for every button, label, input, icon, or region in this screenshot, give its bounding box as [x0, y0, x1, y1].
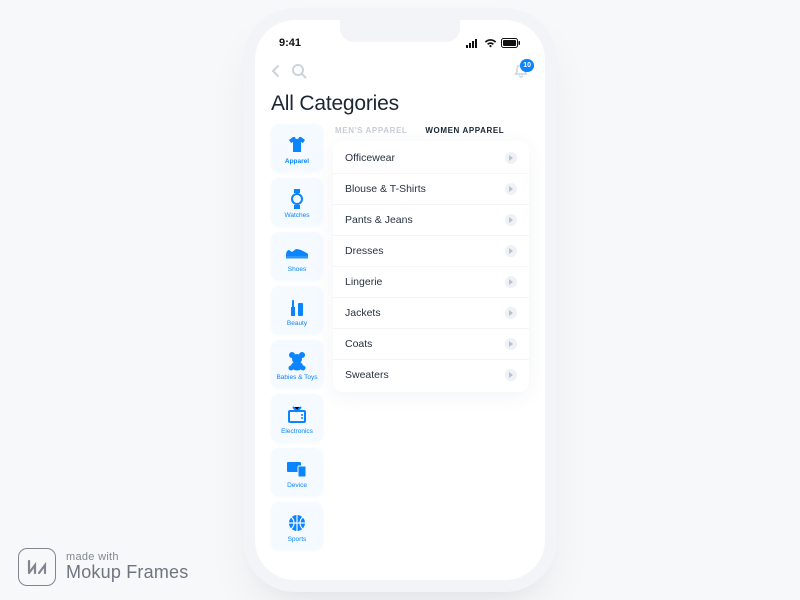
content-body: Apparel Watches Shoes Beauty — [271, 124, 529, 576]
list-item-label: Officewear — [345, 152, 395, 164]
sidebar-item-label: Sports — [288, 536, 307, 543]
list-item[interactable]: Blouse & T-Shirts — [333, 173, 529, 204]
sidebar-item-babies-toys[interactable]: Babies & Toys — [271, 340, 323, 388]
list-item[interactable]: Coats — [333, 328, 529, 359]
chevron-right-icon — [505, 276, 517, 288]
tv-icon — [287, 404, 307, 426]
phone-frame: 9:41 10 All Categories — [255, 20, 545, 580]
list-item-label: Dresses — [345, 245, 384, 257]
notifications-button[interactable]: 10 — [513, 63, 529, 84]
list-item-label: Pants & Jeans — [345, 214, 413, 226]
teddy-bear-icon — [287, 350, 307, 372]
chevron-right-icon — [505, 245, 517, 257]
sidebar-item-sports[interactable]: Sports — [271, 502, 323, 550]
list-item-label: Lingerie — [345, 276, 382, 288]
sidebar-item-label: Babies & Toys — [276, 374, 317, 381]
header: 10 — [271, 60, 529, 86]
cellular-signal-icon — [466, 38, 480, 48]
sidebar-item-label: Beauty — [287, 320, 307, 327]
page-title: All Categories — [271, 92, 529, 116]
sidebar-item-watches[interactable]: Watches — [271, 178, 323, 226]
list-item[interactable]: Sweaters — [333, 359, 529, 390]
chevron-right-icon — [505, 307, 517, 319]
sidebar-item-label: Device — [287, 482, 307, 489]
tab-mens-apparel[interactable]: MEN'S APPAREL — [335, 126, 407, 135]
list-item[interactable]: Pants & Jeans — [333, 204, 529, 235]
subcategory-panel: MEN'S APPAREL WOMEN APPAREL Officewear B… — [333, 124, 529, 576]
mokup-frames-logo-icon — [18, 548, 56, 586]
sidebar-item-apparel[interactable]: Apparel — [271, 124, 323, 172]
tshirt-icon — [287, 134, 307, 156]
sidebar-item-label: Apparel — [285, 158, 309, 165]
shoe-icon — [285, 242, 309, 264]
search-icon[interactable] — [291, 63, 307, 84]
chevron-right-icon — [505, 338, 517, 350]
list-item[interactable]: Officewear — [333, 143, 529, 173]
chevron-right-icon — [505, 183, 517, 195]
chevron-right-icon — [505, 152, 517, 164]
sidebar-item-label: Shoes — [288, 266, 306, 273]
chevron-right-icon — [505, 214, 517, 226]
apparel-tabs: MEN'S APPAREL WOMEN APPAREL — [333, 124, 529, 141]
devices-icon — [286, 458, 308, 480]
status-indicators — [466, 38, 521, 48]
list-item-label: Blouse & T-Shirts — [345, 183, 426, 195]
watch-icon — [291, 188, 303, 210]
back-icon[interactable] — [271, 64, 281, 83]
list-item-label: Jackets — [345, 307, 381, 319]
wifi-icon — [484, 38, 497, 48]
phone-notch — [340, 20, 460, 42]
watermark-line2: Mokup Frames — [66, 563, 188, 582]
subcategory-list: Officewear Blouse & T-Shirts Pants & Jea… — [333, 141, 529, 392]
sidebar-item-device[interactable]: Device — [271, 448, 323, 496]
chevron-right-icon — [505, 369, 517, 381]
list-item-label: Coats — [345, 338, 372, 350]
sidebar-item-beauty[interactable]: Beauty — [271, 286, 323, 334]
list-item[interactable]: Dresses — [333, 235, 529, 266]
notifications-badge: 10 — [520, 59, 534, 72]
sidebar-item-shoes[interactable]: Shoes — [271, 232, 323, 280]
list-item[interactable]: Jackets — [333, 297, 529, 328]
tab-women-apparel[interactable]: WOMEN APPAREL — [425, 126, 504, 135]
list-item[interactable]: Lingerie — [333, 266, 529, 297]
status-time: 9:41 — [279, 37, 301, 49]
sidebar-item-label: Electronics — [281, 428, 313, 435]
watermark-text: made with Mokup Frames — [66, 552, 188, 582]
basketball-icon — [287, 512, 307, 534]
sidebar-item-label: Watches — [284, 212, 309, 219]
battery-icon — [501, 38, 521, 48]
watermark: made with Mokup Frames — [18, 548, 188, 586]
sidebar-item-electronics[interactable]: Electronics — [271, 394, 323, 442]
category-sidebar: Apparel Watches Shoes Beauty — [271, 124, 323, 576]
lipstick-icon — [289, 296, 305, 318]
list-item-label: Sweaters — [345, 369, 389, 381]
